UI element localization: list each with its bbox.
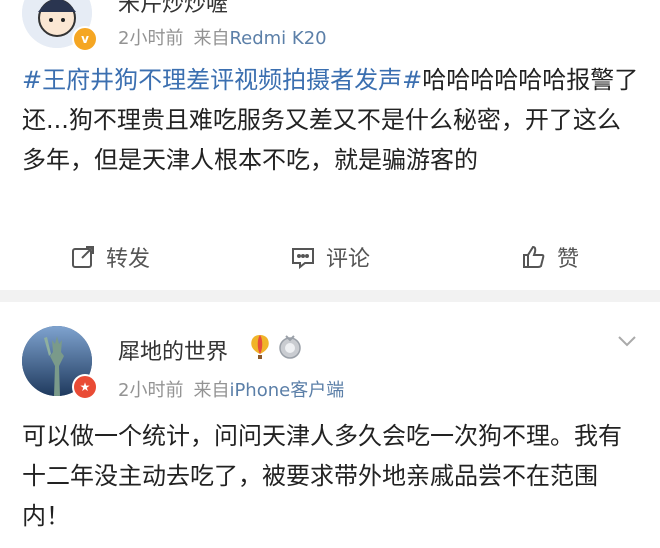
post-text: #王府井狗不理差评视频拍摄者发声#哈哈哈哈哈哈报警了还...狗不理贵且难吃服务又… [22,60,642,180]
like-icon [522,245,545,268]
repost-button[interactable]: 转发 [0,232,220,282]
post-text: 可以做一个统计，问问天津人多久会吃一次狗不理。我有十二年没主动去吃了，被要求带外… [22,416,642,536]
source-prefix: 来自 [193,380,230,401]
post-meta: 2小时前 来自Redmi K20 [118,24,327,50]
repost-label: 转发 [105,247,150,272]
chevron-down-icon[interactable] [616,330,638,352]
repost-icon [71,246,94,268]
comment-label: 评论 [325,247,370,272]
verified-badge-icon: ★ [72,374,98,400]
like-label: 赞 [556,247,579,272]
username[interactable]: 犀地的世界 [118,334,228,366]
medal-icon [279,335,301,359]
like-button[interactable]: 赞 [440,232,660,282]
source-prefix: 来自 [193,28,230,49]
comment-button[interactable]: 评论 [220,232,440,282]
post-time: 2小时前 [118,380,184,401]
post-time: 2小时前 [118,28,184,49]
post-body: 可以做一个统计，问问天津人多久会吃一次狗不理。我有十二年没主动去吃了，被要求带外… [22,422,622,530]
device-name: Redmi K20 [229,28,327,49]
post-divider [0,290,660,302]
verified-badge-icon: v [72,26,98,52]
action-bar: 转发 评论 赞 [0,232,660,282]
username[interactable]: 米芹炒炒喔 [118,0,228,18]
balloon-icon [251,335,269,359]
post-meta: 2小时前 来自iPhone客户端 [118,376,344,402]
comment-icon [291,248,314,270]
post-card: v 米芹炒炒喔 2小时前 来自Redmi K20 #王府井狗不理差评视频拍摄者发声… [0,0,660,290]
topic-link[interactable]: #王府井狗不理差评视频拍摄者发声# [22,66,422,94]
user-badges [248,334,302,360]
device-name: iPhone客户端 [229,380,345,401]
